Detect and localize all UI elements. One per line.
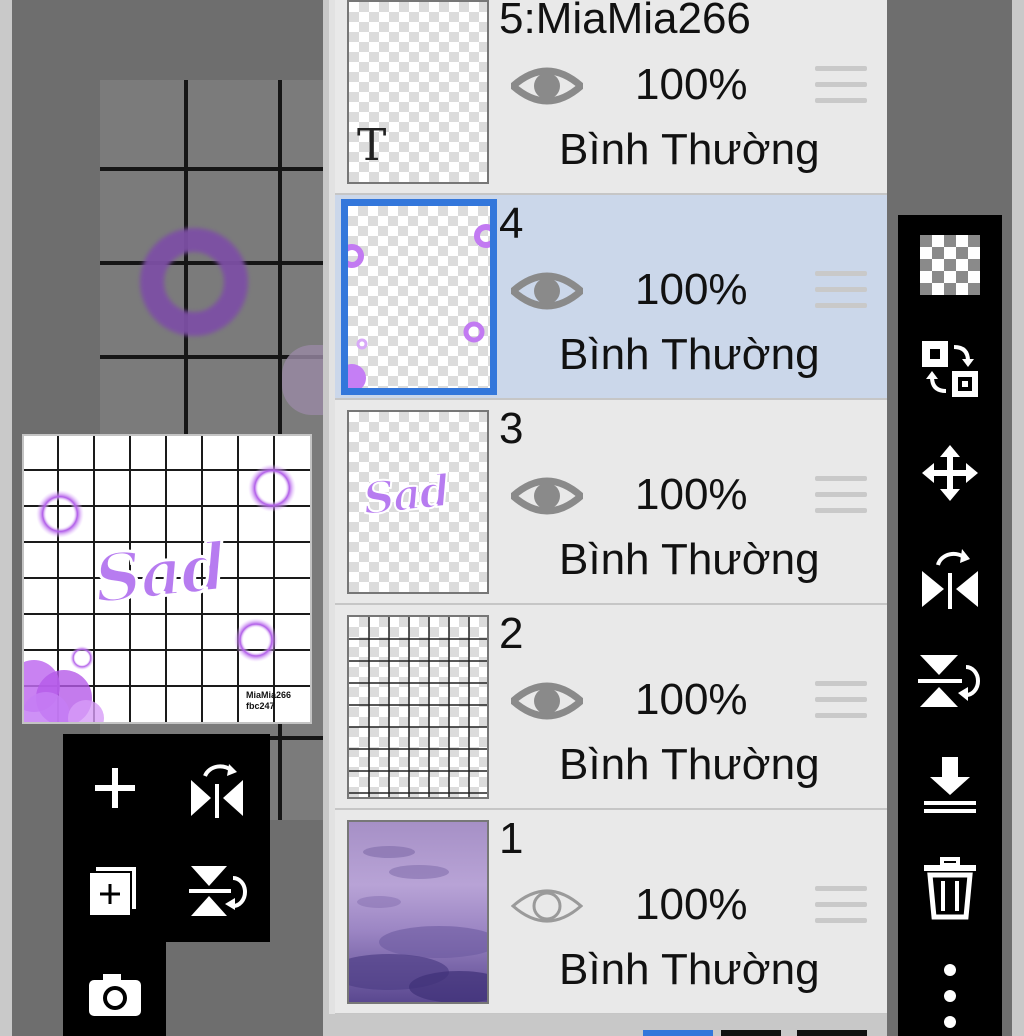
drag-handle[interactable] <box>815 681 867 723</box>
layer-thumbnail <box>347 615 489 799</box>
camera-button[interactable] <box>75 954 155 1034</box>
flip-vertical-layer-button[interactable] <box>910 641 990 721</box>
canvas-preview[interactable]: Sad MiaMia266 fbc247 <box>22 434 312 724</box>
copy-layer-button[interactable] <box>75 850 155 930</box>
trash-icon <box>924 857 976 920</box>
layer-row[interactable]: Sad 3 100% Bình Thường <box>335 400 887 605</box>
swap-icon <box>922 341 978 397</box>
window-edge-right <box>1012 0 1024 1036</box>
layer-thumbnail <box>347 820 489 1004</box>
move-button[interactable] <box>910 433 990 513</box>
canvas-purple-ring <box>140 228 248 336</box>
layer-row[interactable]: T 5:MiaMia266 100% Bình Thường <box>335 0 887 195</box>
canvas-grid-line <box>100 167 326 171</box>
watermark-line-2: fbc247 <box>246 701 275 711</box>
blend-mode[interactable]: Bình Thường <box>559 945 820 995</box>
layer-opacity[interactable]: 100% <box>635 60 748 110</box>
visibility-toggle[interactable] <box>507 267 587 315</box>
layer-thumbnail <box>341 199 497 395</box>
flip-horizontal-icon <box>191 764 243 818</box>
transparency-button[interactable] <box>910 225 990 305</box>
layer-actions-toolbar <box>898 215 1002 1036</box>
eye-icon <box>507 682 587 720</box>
watermark-line-1: MiaMia266 <box>246 690 292 700</box>
layer-row[interactable]: 4 100% Bình Thường <box>335 195 887 400</box>
layer-thumbnail: T <box>347 0 489 184</box>
layer-name: 4 <box>499 199 524 248</box>
footer-tab-active[interactable] <box>643 1030 713 1036</box>
add-layer-copy-icon <box>88 865 138 917</box>
flip-vertical-icon <box>918 655 980 707</box>
layer-name: 1 <box>499 814 524 863</box>
window-edge-left <box>0 0 12 1036</box>
layer-name: 2 <box>499 609 524 658</box>
layer-opacity[interactable]: 100% <box>635 880 748 930</box>
layer-row[interactable]: 2 100% Bình Thường <box>335 605 887 810</box>
layer-name: 3 <box>499 404 524 453</box>
eye-icon <box>507 477 587 515</box>
layer-opacity[interactable]: 100% <box>635 675 748 725</box>
layer-tools-panel <box>63 734 270 942</box>
flip-horizontal-icon <box>922 549 978 609</box>
layer-row[interactable]: 1 100% Bình Thường <box>335 810 887 1015</box>
drag-handle[interactable] <box>815 886 867 928</box>
flip-horizontal-layer-button[interactable] <box>910 537 990 617</box>
canvas-grid-line <box>278 720 282 820</box>
visibility-toggle[interactable] <box>507 62 587 110</box>
drag-handle[interactable] <box>815 476 867 518</box>
flip-horizontal-button[interactable] <box>177 748 257 828</box>
watermark: MiaMia266 fbc247 <box>246 690 291 712</box>
footer-tab[interactable] <box>721 1030 781 1036</box>
layer-opacity[interactable]: 100% <box>635 470 748 520</box>
delete-layer-button[interactable] <box>910 849 990 929</box>
more-options-button[interactable] <box>910 955 990 1035</box>
blend-mode[interactable]: Bình Thường <box>559 535 820 585</box>
blend-mode[interactable]: Bình Thường <box>559 740 820 790</box>
swap-layers-button[interactable] <box>910 329 990 409</box>
camera-panel <box>63 940 166 1036</box>
layers-panel: T 5:MiaMia266 100% Bình Thường 4 100% Bì… <box>323 0 887 1036</box>
visibility-toggle[interactable] <box>507 677 587 725</box>
drag-handle[interactable] <box>815 66 867 108</box>
flip-vertical-button[interactable] <box>177 850 257 930</box>
flip-vertical-icon <box>189 866 247 916</box>
blend-mode[interactable]: Bình Thường <box>559 125 820 175</box>
camera-icon <box>89 974 141 1016</box>
merge-down-icon <box>924 757 976 813</box>
text-layer-icon: T <box>357 120 387 171</box>
sad-sticker-text: Sad <box>89 526 230 620</box>
more-vertical-icon <box>944 964 956 1028</box>
eye-icon <box>507 272 587 310</box>
checkerboard-icon <box>920 235 980 295</box>
visibility-toggle[interactable] <box>507 472 587 520</box>
eye-hidden-icon <box>510 889 584 923</box>
visibility-toggle[interactable] <box>510 882 584 930</box>
sad-text-thumbnail: Sad <box>360 465 452 527</box>
layer-thumbnail: Sad <box>347 410 489 594</box>
blend-mode[interactable]: Bình Thường <box>559 330 820 380</box>
merge-down-button[interactable] <box>910 745 990 825</box>
eye-icon <box>507 67 587 105</box>
drag-handle[interactable] <box>815 271 867 313</box>
layers-panel-footer <box>329 1014 887 1036</box>
layer-name: 5:MiaMia266 <box>499 0 751 43</box>
move-icon <box>922 445 978 501</box>
footer-tab[interactable] <box>797 1030 867 1036</box>
plus-icon <box>95 768 135 808</box>
add-layer-button[interactable] <box>75 748 155 828</box>
canvas-grid-line <box>270 736 326 740</box>
canvas-text-fragment <box>282 345 326 415</box>
layer-opacity[interactable]: 100% <box>635 265 748 315</box>
